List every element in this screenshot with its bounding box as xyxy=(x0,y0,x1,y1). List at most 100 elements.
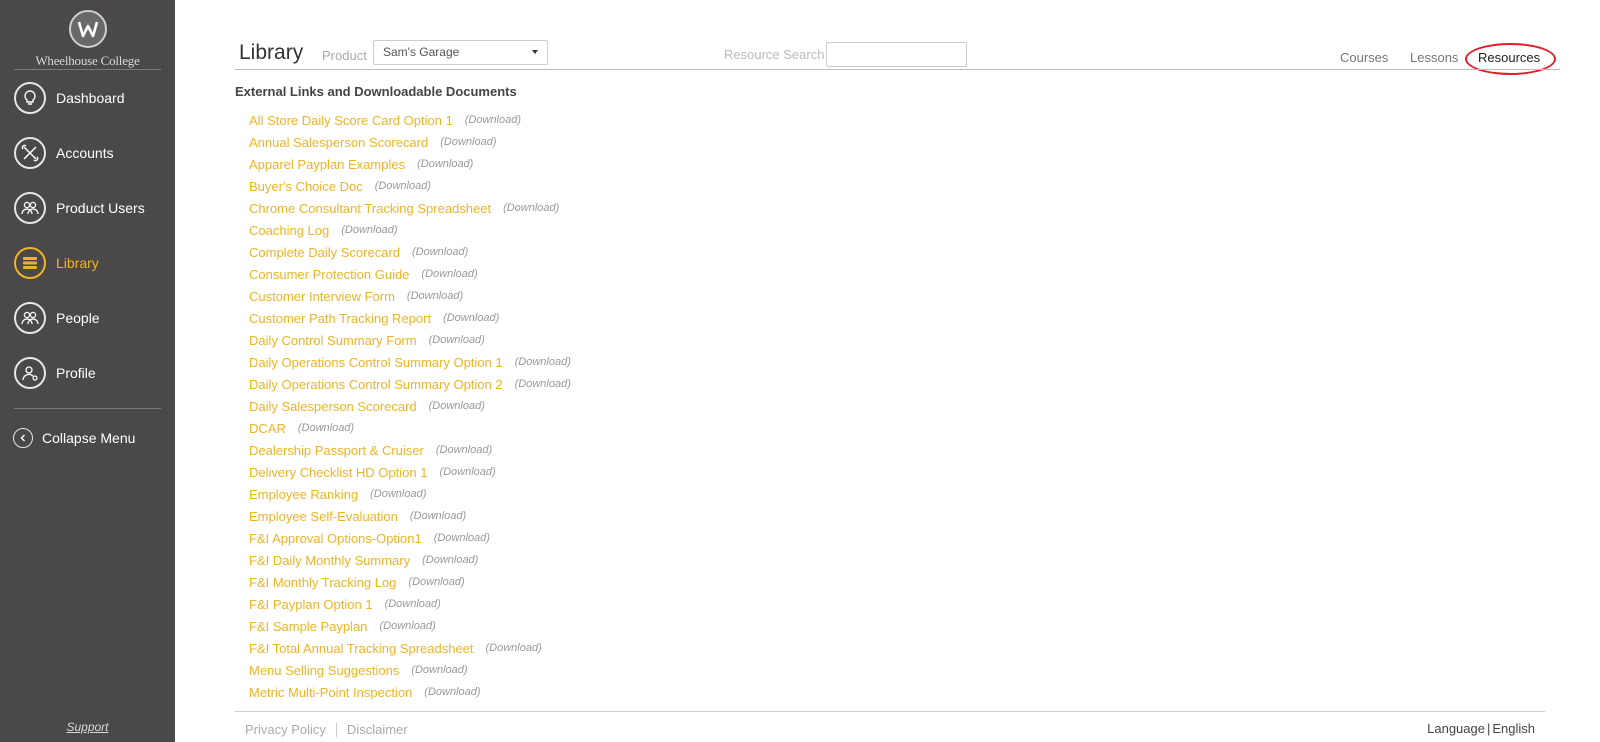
resource-link[interactable]: F&I Approval Options-Option1 xyxy=(249,531,422,546)
download-link[interactable]: (Download) xyxy=(341,224,397,236)
tools-icon xyxy=(14,137,46,169)
download-link[interactable]: (Download) xyxy=(515,356,571,368)
resource-link[interactable]: Buyer's Choice Doc xyxy=(249,179,363,194)
sidebar-divider xyxy=(14,408,161,409)
download-link[interactable]: (Download) xyxy=(370,488,426,500)
language-selector[interactable]: Language | English xyxy=(1427,721,1535,736)
collapse-menu-button[interactable]: Collapse Menu xyxy=(13,427,135,449)
resource-search-label: Resource Search xyxy=(724,47,825,62)
download-link[interactable]: (Download) xyxy=(424,686,480,698)
download-link[interactable]: (Download) xyxy=(411,664,467,676)
sidebar-item-dashboard[interactable]: Dashboard xyxy=(14,81,164,115)
download-link[interactable]: (Download) xyxy=(422,554,478,566)
download-link[interactable]: (Download) xyxy=(407,290,463,302)
resource-link[interactable]: Employee Self-Evaluation xyxy=(249,509,398,524)
resource-link[interactable]: Apparel Payplan Examples xyxy=(249,157,405,172)
resource-link[interactable]: F&I Sample Payplan xyxy=(249,619,368,634)
footer-separator xyxy=(335,722,337,737)
resource-link[interactable]: Metric Multi-Point Inspection xyxy=(249,685,412,700)
resource-link[interactable]: Coaching Log xyxy=(249,223,329,238)
brand: Wheelhouse College xyxy=(0,10,175,69)
list-item: Daily Operations Control Summary Option … xyxy=(249,373,571,395)
resource-link[interactable]: Dealership Passport & Cruiser xyxy=(249,443,424,458)
tab-lessons[interactable]: Lessons xyxy=(1410,50,1458,65)
people-icon xyxy=(14,302,46,334)
download-link[interactable]: (Download) xyxy=(375,180,431,192)
resource-link[interactable]: Consumer Protection Guide xyxy=(249,267,409,282)
download-link[interactable]: (Download) xyxy=(440,136,496,148)
resource-link[interactable]: DCAR xyxy=(249,421,286,436)
download-link[interactable]: (Download) xyxy=(515,378,571,390)
brand-name: Wheelhouse College xyxy=(35,53,140,68)
product-select[interactable]: Sam's Garage xyxy=(373,40,548,65)
sidebar-item-label: Dashboard xyxy=(56,90,125,106)
download-link[interactable]: (Download) xyxy=(429,334,485,346)
list-item: Chrome Consultant Tracking Spreadsheet (D… xyxy=(249,197,571,219)
resource-link[interactable]: F&I Payplan Option 1 xyxy=(249,597,373,612)
product-label: Product xyxy=(322,48,367,63)
language-value: English xyxy=(1492,721,1535,736)
product-select-value: Sam's Garage xyxy=(383,45,460,59)
list-item: Buyer's Choice Doc (Download) xyxy=(249,175,571,197)
resource-link[interactable]: Annual Salesperson Scorecard xyxy=(249,135,428,150)
section-title: External Links and Downloadable Document… xyxy=(235,84,517,99)
language-label: Language xyxy=(1427,721,1485,736)
list-item: Daily Control Summary Form (Download) xyxy=(249,329,571,351)
resource-link[interactable]: Menu Selling Suggestions xyxy=(249,663,399,678)
highlight-circle xyxy=(1465,43,1556,75)
resource-link[interactable]: Customer Path Tracking Report xyxy=(249,311,431,326)
download-link[interactable]: (Download) xyxy=(443,312,499,324)
download-link[interactable]: (Download) xyxy=(429,400,485,412)
download-link[interactable]: (Download) xyxy=(298,422,354,434)
resource-link[interactable]: F&I Monthly Tracking Log xyxy=(249,575,396,590)
download-link[interactable]: (Download) xyxy=(465,114,521,126)
download-link[interactable]: (Download) xyxy=(503,202,559,214)
download-link[interactable]: (Download) xyxy=(412,246,468,258)
resource-link[interactable]: Daily Control Summary Form xyxy=(249,333,417,348)
caret-down-icon xyxy=(532,50,538,54)
tab-courses[interactable]: Courses xyxy=(1340,50,1388,65)
sidebar-item-profile[interactable]: Profile xyxy=(14,356,164,390)
list-item: All Store Daily Score Card Option 1 (Down… xyxy=(249,109,571,131)
download-link[interactable]: (Download) xyxy=(380,620,436,632)
disclaimer-link[interactable]: Disclaimer xyxy=(347,722,408,737)
resource-link[interactable]: Chrome Consultant Tracking Spreadsheet xyxy=(249,201,491,216)
resource-link[interactable]: F&I Daily Monthly Summary xyxy=(249,553,410,568)
download-link[interactable]: (Download) xyxy=(439,466,495,478)
resource-link[interactable]: Daily Operations Control Summary Option … xyxy=(249,377,503,392)
download-link[interactable]: (Download) xyxy=(385,598,441,610)
resource-search-input[interactable] xyxy=(826,42,967,67)
header-divider xyxy=(235,69,1560,70)
footer-divider xyxy=(235,711,1545,712)
download-link[interactable]: (Download) xyxy=(421,268,477,280)
download-link[interactable]: (Download) xyxy=(417,158,473,170)
list-item: F&I Approval Options-Option1 (Download) xyxy=(249,527,571,549)
resource-link[interactable]: Complete Daily Scorecard xyxy=(249,245,400,260)
download-link[interactable]: (Download) xyxy=(486,642,542,654)
resource-link[interactable]: Daily Salesperson Scorecard xyxy=(249,399,417,414)
sidebar-item-label: Profile xyxy=(56,365,96,381)
sidebar-item-label: Product Users xyxy=(56,200,145,216)
resource-link[interactable]: All Store Daily Score Card Option 1 xyxy=(249,113,453,128)
resource-link[interactable]: Employee Ranking xyxy=(249,487,358,502)
download-link[interactable]: (Download) xyxy=(408,576,464,588)
download-link[interactable]: (Download) xyxy=(434,532,490,544)
list-item: Coaching Log (Download) xyxy=(249,219,571,241)
sidebar-item-product-users[interactable]: Product Users xyxy=(14,191,164,225)
support-link[interactable]: Support xyxy=(0,720,175,734)
resource-link[interactable]: Daily Operations Control Summary Option … xyxy=(249,355,503,370)
privacy-policy-link[interactable]: Privacy Policy xyxy=(245,722,326,737)
download-link[interactable]: (Download) xyxy=(410,510,466,522)
list-item: Consumer Protection Guide (Download) xyxy=(249,263,571,285)
resource-link[interactable]: Customer Interview Form xyxy=(249,289,395,304)
library-icon xyxy=(14,247,46,279)
sidebar-item-people[interactable]: People xyxy=(14,301,164,335)
sidebar-item-accounts[interactable]: Accounts xyxy=(14,136,164,170)
profile-icon xyxy=(14,357,46,389)
resource-link[interactable]: Delivery Checklist HD Option 1 xyxy=(249,465,427,480)
download-link[interactable]: (Download) xyxy=(436,444,492,456)
resource-link[interactable]: F&I Total Annual Tracking Spreadsheet xyxy=(249,641,474,656)
list-item: F&I Payplan Option 1 (Download) xyxy=(249,593,571,615)
sidebar-item-library[interactable]: Library xyxy=(14,246,164,280)
list-item: Complete Daily Scorecard (Download) xyxy=(249,241,571,263)
